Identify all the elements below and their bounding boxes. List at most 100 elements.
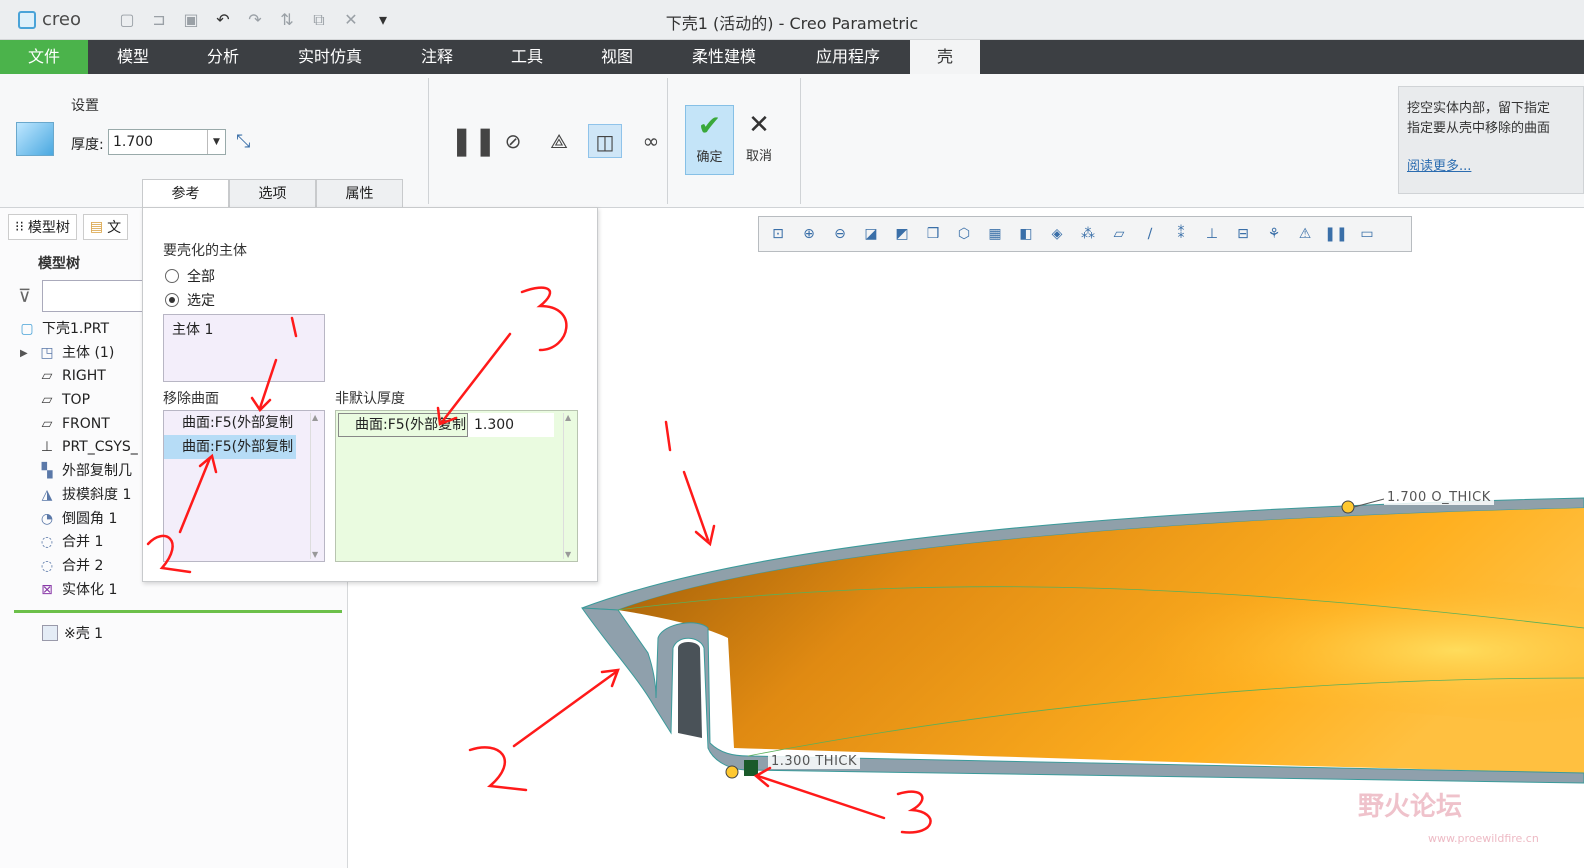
- view-manager-icon[interactable]: ⬡: [951, 221, 977, 247]
- tab-flexible-modeling[interactable]: 柔性建模: [662, 40, 786, 74]
- tab-properties[interactable]: 属性: [316, 179, 403, 208]
- tab-annotate[interactable]: 注释: [392, 40, 482, 74]
- verify-icon[interactable]: ◫: [588, 124, 622, 158]
- thickness-label: 厚度:: [71, 137, 104, 153]
- tab-simulation[interactable]: 实时仿真: [268, 40, 392, 74]
- tree-item[interactable]: ⊥ PRT_CSYS_: [36, 436, 138, 460]
- body-collector[interactable]: 主体 1: [163, 314, 325, 382]
- zoom-out-icon[interactable]: ⊖: [827, 221, 853, 247]
- dimension-label-bottom[interactable]: 1.300 THICK: [768, 754, 861, 769]
- tab-folder[interactable]: ▤ 文: [82, 214, 129, 240]
- spin-center-icon[interactable]: ⚘: [1261, 221, 1287, 247]
- pause-icon[interactable]: ❚❚: [450, 124, 497, 158]
- appearance-icon[interactable]: ◈: [1044, 221, 1070, 247]
- tree-item[interactable]: ▱ RIGHT: [36, 365, 138, 389]
- tree-search-input[interactable]: [42, 280, 144, 312]
- shell-feature-icon: [16, 122, 54, 156]
- plane-display-icon[interactable]: ▱: [1106, 221, 1132, 247]
- point-display-icon[interactable]: ⁑: [1168, 221, 1194, 247]
- read-more-link[interactable]: 阅读更多...: [1407, 157, 1575, 177]
- ok-button[interactable]: ✔ 确定: [685, 105, 734, 175]
- remove-surfaces-collector[interactable]: 曲面:F5(外部复制 曲面:F5(外部复制: [163, 410, 325, 562]
- body-icon: ◳: [40, 344, 54, 361]
- insert-here-indicator[interactable]: [14, 610, 342, 613]
- ribbon-divider: [428, 78, 429, 204]
- radio-all-circle[interactable]: [165, 269, 179, 283]
- tree-item-shell[interactable]: ※壳 1: [42, 623, 103, 643]
- panel-tabs: ⁝⁝ 模型树 ▤ 文: [8, 214, 129, 240]
- tree-item[interactable]: ◌ 合并 2: [36, 555, 138, 579]
- csys-icon: ⊥: [40, 439, 54, 456]
- tree-item-label: 倒圆角 1: [62, 510, 118, 527]
- datum-plane-icon: ▱: [41, 415, 53, 432]
- radio-all[interactable]: 全部: [165, 266, 215, 286]
- tab-view[interactable]: 视图: [572, 40, 662, 74]
- more-view-icon[interactable]: ▭: [1354, 221, 1380, 247]
- thickness-surface-cell[interactable]: 曲面:F5(外部复制: [338, 413, 468, 437]
- ribbon-subtabs: 参考 选项 属性: [142, 179, 403, 208]
- tree-item[interactable]: ▢ 下壳1.PRT: [16, 318, 138, 342]
- tree-item-label: PRT_CSYS_: [62, 439, 138, 456]
- pause-view-icon[interactable]: ❚❚: [1323, 221, 1349, 247]
- dimension-label-top[interactable]: 1.700 O_THICK: [1384, 490, 1494, 505]
- tab-references[interactable]: 参考: [142, 179, 229, 208]
- refit-icon[interactable]: ⊡: [765, 221, 791, 247]
- saved-orientation-icon[interactable]: ❒: [920, 221, 946, 247]
- tab-options[interactable]: 选项: [229, 179, 316, 208]
- tree-item[interactable]: ▚ 外部复制几: [36, 460, 138, 484]
- glasses-icon[interactable]: ∞: [634, 124, 668, 158]
- annotation-display-icon[interactable]: ⊟: [1230, 221, 1256, 247]
- tab-model[interactable]: 模型: [88, 40, 178, 74]
- round-icon: ◔: [40, 510, 54, 527]
- axis-display-icon[interactable]: ∕: [1137, 221, 1163, 247]
- tree-item[interactable]: ▱ FRONT: [36, 413, 138, 437]
- csys-display-icon[interactable]: ⊥: [1199, 221, 1225, 247]
- filter-icon[interactable]: ⊽: [18, 286, 31, 307]
- thickness-value: 1.700: [113, 134, 154, 150]
- datum-display-icon[interactable]: ⁂: [1075, 221, 1101, 247]
- tab-tools[interactable]: 工具: [482, 40, 572, 74]
- tab-analysis[interactable]: 分析: [178, 40, 268, 74]
- tree-item[interactable]: ◔ 倒圆角 1: [36, 508, 138, 532]
- body-item[interactable]: 主体 1: [172, 322, 213, 338]
- tree-item-label: 实体化 1: [62, 581, 118, 598]
- list-item[interactable]: 曲面:F5(外部复制: [164, 435, 296, 459]
- radio-selected-label: 选定: [187, 293, 215, 309]
- display-style-icon[interactable]: ◩: [889, 221, 915, 247]
- tab-file[interactable]: 文件: [0, 40, 88, 74]
- tree-item[interactable]: ▶ ◳ 主体 (1): [20, 342, 138, 366]
- body-section-label: 要壳化的主体: [163, 243, 247, 259]
- thickness-input[interactable]: 1.700 ▼: [108, 129, 226, 155]
- nondefault-thickness-collector[interactable]: 曲面:F5(外部复制 1.300: [335, 410, 578, 562]
- thickness-value-cell[interactable]: 1.300: [468, 413, 554, 437]
- repaint-icon[interactable]: ◪: [858, 221, 884, 247]
- no-preview-icon[interactable]: ⊘: [496, 124, 530, 158]
- section-icon[interactable]: ◧: [1013, 221, 1039, 247]
- list-item[interactable]: 曲面:F5(外部复制: [164, 411, 296, 435]
- window-title: 下壳1 (活动的) - Creo Parametric: [665, 14, 919, 33]
- tab-applications[interactable]: 应用程序: [786, 40, 910, 74]
- table-row[interactable]: 曲面:F5(外部复制 1.300: [338, 413, 554, 437]
- tab-shell[interactable]: 壳: [910, 40, 980, 74]
- expand-arrow-icon[interactable]: ▶: [20, 342, 36, 366]
- remove-surfaces-label: 移除曲面: [163, 391, 219, 407]
- folder-icon: ▤: [89, 219, 104, 235]
- perspective-icon[interactable]: ▦: [982, 221, 1008, 247]
- cancel-button[interactable]: ✕ 取消: [737, 105, 781, 175]
- tree-item[interactable]: ◌ 合并 1: [36, 531, 138, 555]
- radio-selected[interactable]: 选定: [165, 290, 215, 310]
- simulation-icon[interactable]: ⚠: [1292, 221, 1318, 247]
- tab-model-tree[interactable]: ⁝⁝ 模型树: [8, 214, 77, 240]
- scrollbar[interactable]: [563, 413, 575, 559]
- radio-selected-circle[interactable]: [165, 293, 179, 307]
- scrollbar[interactable]: [310, 413, 322, 559]
- tab-folder-label: 文: [107, 220, 122, 236]
- flip-thickness-icon[interactable]: ⤡: [236, 131, 250, 152]
- zoom-in-icon[interactable]: ⊕: [796, 221, 822, 247]
- tree-item[interactable]: ◮ 拔模斜度 1: [36, 484, 138, 508]
- preview-icon[interactable]: ⟁: [542, 124, 576, 158]
- tree-item[interactable]: ⊠ 实体化 1: [36, 579, 138, 603]
- x-icon: ✕: [748, 110, 770, 140]
- tree-item[interactable]: ▱ TOP: [36, 389, 138, 413]
- thickness-dropdown-icon[interactable]: ▼: [207, 130, 225, 154]
